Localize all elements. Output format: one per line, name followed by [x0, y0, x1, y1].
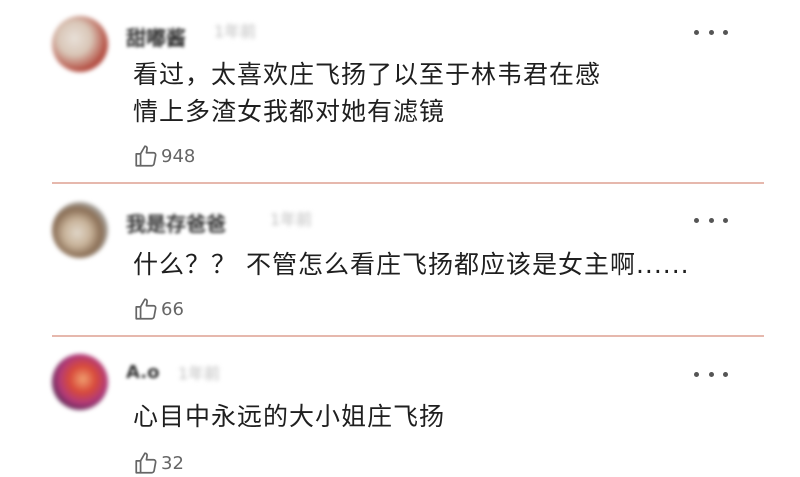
comment-time: 1年前	[270, 210, 313, 229]
comment-text: 什么？？ 不管怎么看庄飞扬都应该是女主啊......	[133, 250, 690, 279]
comment-time: 1年前	[178, 364, 221, 383]
more-dots-icon[interactable]	[694, 369, 728, 379]
more-dots-icon[interactable]	[694, 215, 728, 225]
like-count: 66	[161, 298, 184, 320]
more-dots-icon[interactable]	[694, 27, 728, 37]
comment-text: 看过，太喜欢庄飞扬了以至于林韦君在感情上多渣女我都对她有滤镜	[133, 60, 602, 126]
thumbs-up-icon	[135, 298, 157, 320]
thumbs-up-icon	[135, 145, 157, 167]
username[interactable]: A.o	[126, 362, 159, 383]
thumbs-up-icon	[135, 452, 157, 474]
divider	[52, 182, 764, 184]
username[interactable]: 甜嘟酱	[126, 22, 186, 51]
comment-item: 我是存爸爸 1年前 什么？？ 不管怎么看庄飞扬都应该是女主啊...... 66	[0, 186, 800, 334]
divider	[52, 335, 764, 337]
like-button[interactable]: 66	[133, 295, 184, 323]
avatar[interactable]	[52, 354, 108, 410]
comment-item: A.o 1年前 心目中永远的大小姐庄飞扬 32	[0, 338, 800, 475]
comment-item: 甜嘟酱 1年前 看过，太喜欢庄飞扬了以至于林韦君在感情上多渣女我都对她有滤镜 9…	[0, 0, 800, 185]
comment-time: 1年前	[214, 22, 257, 41]
avatar[interactable]	[52, 202, 108, 258]
username[interactable]: 我是存爸爸	[126, 208, 226, 237]
comment-text: 心目中永远的大小姐庄飞扬	[133, 402, 446, 431]
like-button[interactable]: 32	[133, 449, 184, 477]
like-button[interactable]: 948	[133, 142, 195, 170]
like-count: 32	[161, 452, 184, 474]
like-count: 948	[161, 145, 196, 167]
avatar[interactable]	[52, 16, 108, 72]
